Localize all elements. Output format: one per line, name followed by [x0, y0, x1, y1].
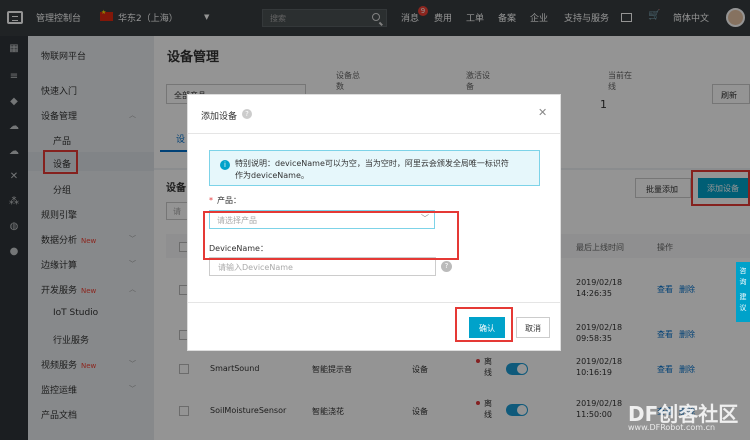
- notice-box: i 特别说明：deviceName可以为空，当为空时，阿里云会颁发全局唯一标识符…: [209, 150, 540, 186]
- close-icon[interactable]: ✕: [538, 106, 547, 119]
- highlight-box: [455, 307, 513, 342]
- info-icon: i: [220, 160, 230, 170]
- dialog-title: 添加设备: [201, 112, 238, 122]
- required-mark: *: [209, 196, 213, 205]
- highlight-box: [203, 211, 459, 260]
- add-device-dialog: 添加设备 ? ✕ i 特别说明：deviceName可以为空，当为空时，阿里云会…: [187, 94, 561, 351]
- dialog-divider: [188, 133, 560, 134]
- notice-line-1: 特别说明：deviceName可以为空，当为空时，阿里云会颁发全局唯一标识符: [235, 159, 509, 168]
- notice-line-2: 作为deviceName。: [235, 171, 309, 180]
- help-icon[interactable]: ?: [441, 261, 452, 272]
- product-label: 产品：: [217, 196, 241, 205]
- help-icon[interactable]: ?: [242, 109, 252, 119]
- feedback-tab[interactable]: 咨询 建议: [736, 262, 750, 322]
- watermark-url: www.DFRobot.com.cn: [628, 423, 716, 432]
- cancel-button[interactable]: 取消: [516, 317, 550, 338]
- dialog-footer-divider: [188, 302, 560, 303]
